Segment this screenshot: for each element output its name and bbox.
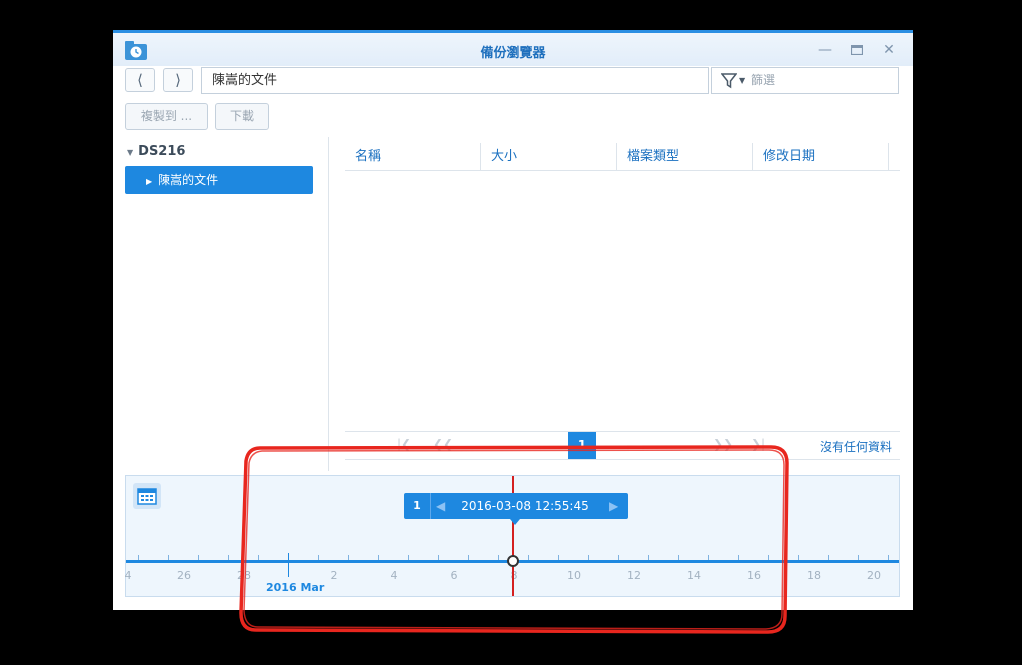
expand-arrow-icon[interactable]: ▶	[146, 177, 152, 186]
forward-button[interactable]: ⟩	[163, 68, 193, 92]
filter-field[interactable]: ▼ 篩選	[711, 67, 899, 94]
filter-icon	[721, 73, 737, 89]
timeline-tick	[138, 555, 139, 560]
chevron-left-icon: ⟨	[137, 71, 143, 89]
grid-header: 名稱 大小 檔案類型 修改日期	[345, 143, 900, 171]
timeline-tick-label: 20	[867, 569, 881, 582]
pane-splitter[interactable]	[328, 137, 329, 471]
red-annotation-outline	[239, 445, 789, 634]
calendar-button[interactable]	[133, 483, 161, 509]
title-bar[interactable]: 備份瀏覽器 — ✕	[113, 33, 913, 66]
collapse-arrow-icon[interactable]: ▼	[127, 148, 133, 157]
column-header-modified[interactable]: 修改日期	[753, 143, 889, 170]
tree-root-node[interactable]: ▼ DS216	[127, 144, 185, 159]
tree-item-label: 陳嵩的文件	[158, 173, 219, 187]
timeline-tick-label: 4	[124, 569, 132, 582]
minimize-icon[interactable]: —	[816, 41, 834, 59]
timeline-tick	[228, 555, 229, 560]
copy-to-button[interactable]: 複製到 ...	[125, 103, 208, 130]
back-button[interactable]: ⟨	[125, 68, 155, 92]
column-header-type[interactable]: 檔案類型	[617, 143, 753, 170]
timeline-tick	[858, 555, 859, 560]
pager-status: 沒有任何資料	[819, 440, 892, 454]
chevron-right-icon: ⟩	[175, 71, 181, 89]
timeline-tick-label: 18	[807, 569, 821, 582]
download-button[interactable]: 下載	[215, 103, 269, 130]
timeline-tick	[888, 555, 889, 560]
path-field[interactable]: 陳嵩的文件	[201, 67, 709, 94]
maximize-icon[interactable]	[848, 41, 866, 59]
timeline-tick	[168, 555, 169, 560]
close-icon[interactable]: ✕	[880, 41, 898, 59]
tree-item-selected[interactable]: ▶ 陳嵩的文件	[125, 166, 313, 194]
timeline-tick-label: 26	[177, 569, 191, 582]
column-header-size[interactable]: 大小	[481, 143, 617, 170]
calendar-icon	[137, 488, 157, 505]
tree-root-label: DS216	[138, 144, 186, 159]
timeline-tick	[798, 555, 799, 560]
timeline-tick	[828, 555, 829, 560]
filter-placeholder: 篩選	[751, 73, 776, 87]
window-title: 備份瀏覽器	[480, 46, 546, 61]
column-header-name[interactable]: 名稱	[345, 143, 481, 170]
timeline-tick	[198, 555, 199, 560]
filter-dropdown-icon: ▼	[739, 76, 746, 85]
